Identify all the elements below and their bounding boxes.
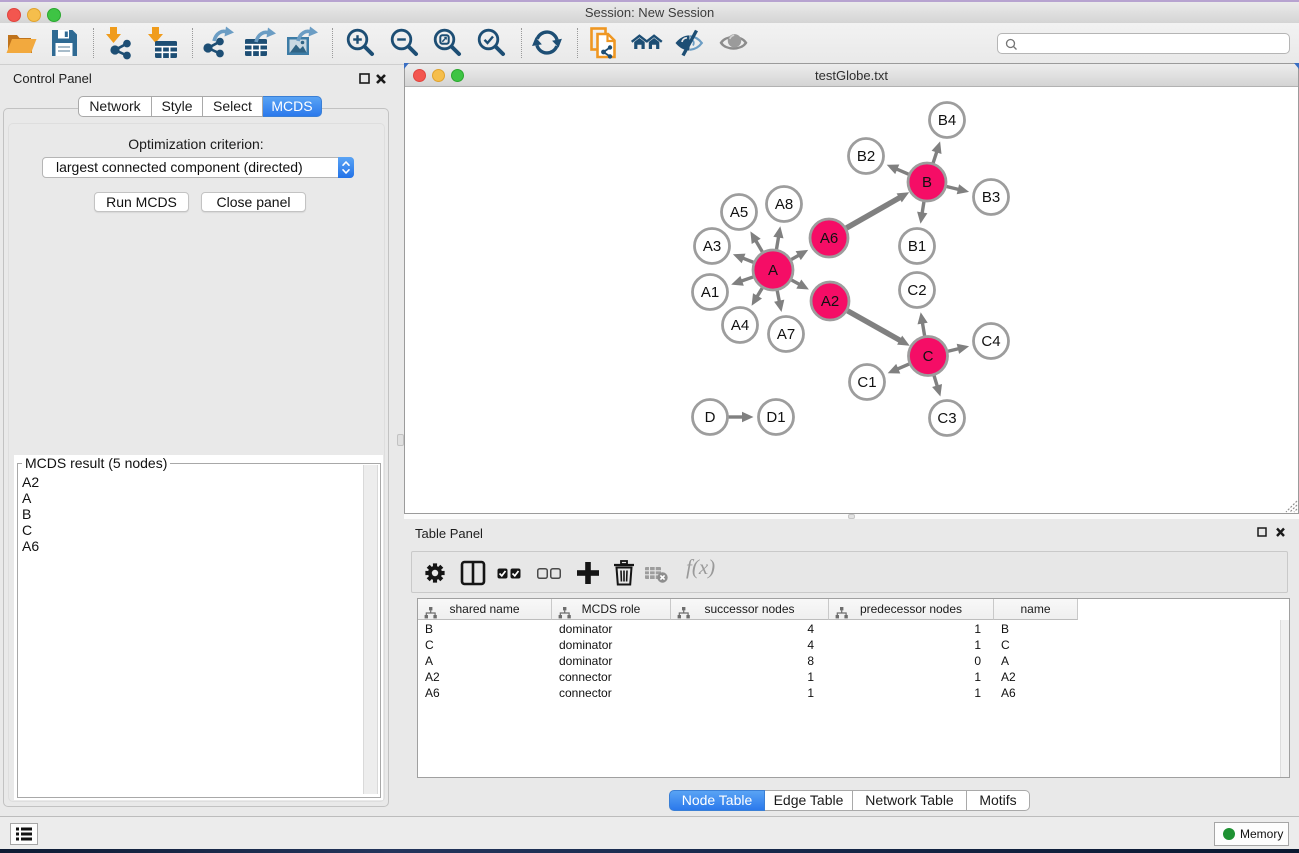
- svg-text:B4: B4: [938, 112, 956, 129]
- svg-text:D: D: [705, 409, 716, 426]
- svg-text:A3: A3: [703, 238, 721, 255]
- svg-text:C2: C2: [907, 282, 926, 299]
- svg-text:D1: D1: [766, 409, 785, 426]
- svg-text:B: B: [922, 174, 932, 191]
- svg-text:C1: C1: [857, 374, 876, 391]
- svg-text:A4: A4: [731, 317, 749, 334]
- svg-text:B1: B1: [908, 238, 926, 255]
- svg-text:A8: A8: [775, 196, 793, 213]
- svg-text:A7: A7: [777, 326, 795, 343]
- svg-text:C4: C4: [981, 333, 1000, 350]
- svg-text:B2: B2: [857, 148, 875, 165]
- svg-text:B3: B3: [982, 189, 1000, 206]
- svg-text:A6: A6: [820, 230, 838, 247]
- svg-text:A2: A2: [821, 293, 839, 310]
- svg-text:A1: A1: [701, 284, 719, 301]
- svg-text:C3: C3: [937, 410, 956, 427]
- svg-text:C: C: [923, 348, 934, 365]
- svg-text:A: A: [768, 262, 778, 279]
- svg-text:A5: A5: [730, 204, 748, 221]
